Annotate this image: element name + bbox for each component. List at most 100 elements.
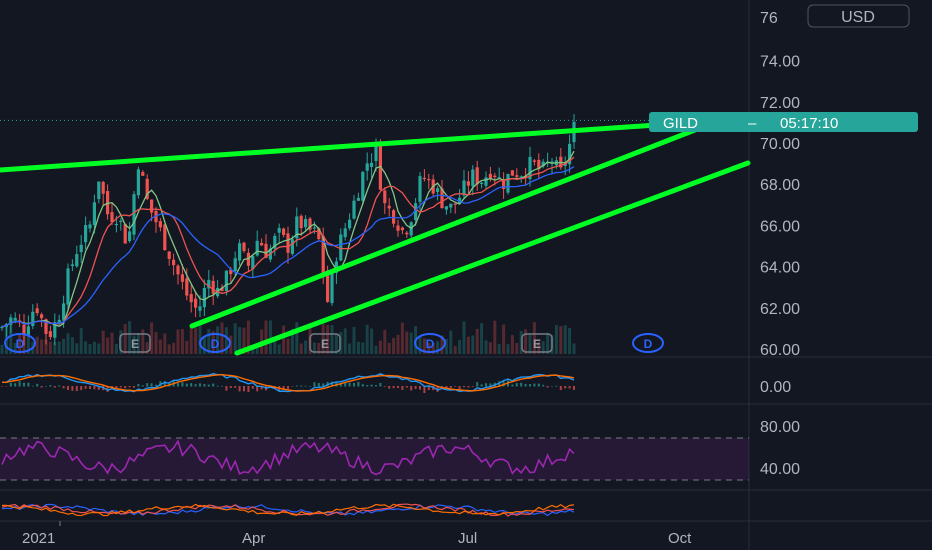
macd-histogram-bar [207, 384, 210, 387]
candle-body [242, 242, 246, 252]
candle-body [150, 199, 154, 213]
macd-histogram-bar [27, 382, 30, 387]
volume-bar [163, 333, 167, 354]
volume-bar [356, 341, 360, 354]
volume-bar [405, 331, 409, 354]
candle-body [22, 324, 26, 335]
badge-letter: E [533, 337, 541, 351]
candle-body [224, 270, 228, 292]
macd-histogram-bar [40, 386, 43, 388]
candle-body [422, 177, 426, 180]
price-axis[interactable]: 76 74.00 72.00 70.00 68.00 66.00 64.00 62.00 60.… [760, 10, 800, 359]
price-tick-label: 72.00 [760, 95, 800, 112]
volume-bar [114, 343, 118, 354]
macd-histogram-bar [555, 385, 558, 387]
macd-histogram-bar [313, 382, 316, 387]
volume-bar [449, 330, 453, 354]
volume-bar [480, 323, 484, 354]
volume-bar [180, 328, 184, 354]
macd-axis-label: 0.00 [760, 379, 791, 396]
volume-bar [383, 329, 387, 354]
candle-body [290, 239, 294, 254]
candle-body [484, 177, 488, 186]
macd-histogram-bar [480, 384, 483, 387]
macd-histogram-bar [23, 382, 25, 387]
macd-histogram-bar [348, 382, 351, 387]
volume-bar [106, 337, 110, 354]
date-label-oct: Oct [668, 530, 692, 547]
macd-histogram-bar [467, 386, 470, 388]
macd-histogram-bar [542, 384, 545, 387]
volume-bar [475, 328, 479, 354]
volume-bar [40, 339, 44, 354]
date-label-jul: Jul [458, 530, 477, 547]
macd-histogram-bar [89, 386, 91, 389]
candle-body [163, 224, 167, 251]
macd-histogram-bar [124, 386, 127, 389]
macd-histogram-bar [295, 385, 298, 387]
candle-body [97, 181, 101, 200]
volume-bar [462, 321, 466, 354]
volume-bar [304, 340, 308, 354]
volume-bar [88, 344, 92, 354]
volume-bar [282, 325, 286, 354]
candle-body [343, 228, 347, 238]
candle-body [238, 243, 242, 261]
volume-bar [264, 320, 268, 354]
macd-histogram-bar [287, 386, 289, 389]
volume-bar [167, 344, 171, 354]
macd-histogram-bar [392, 386, 395, 389]
macd-histogram-bar [181, 382, 184, 387]
candle-body [75, 254, 79, 267]
candle-body [299, 215, 303, 229]
badge-letter: D [426, 337, 435, 351]
stock-chart[interactable]: D E D E D E D 76 74.00 72.00 70.00 68.00 66.00 64.00… [0, 0, 932, 550]
volume-bar [510, 335, 514, 354]
macd-histogram-bar [58, 385, 61, 387]
badge-letter: D [16, 337, 25, 351]
macd-histogram-bar [458, 386, 461, 389]
macd-histogram-bar [238, 386, 241, 392]
volume-bar [559, 326, 563, 354]
macd-histogram-bar [177, 383, 179, 387]
macd-histogram-bar [251, 386, 254, 389]
volume-bar [185, 340, 189, 354]
macd-histogram-bar [150, 383, 153, 387]
macd-histogram-bar [141, 385, 144, 387]
macd-histogram-bar [370, 384, 373, 387]
volume-bar [330, 325, 334, 354]
candle-body [352, 200, 356, 219]
macd-histogram-bar [137, 383, 140, 387]
macd-histogram-bar [511, 384, 514, 387]
volume-bar [277, 344, 281, 354]
candle-body [418, 176, 422, 202]
volume-bar [515, 343, 519, 354]
volume-bar [295, 322, 299, 354]
macd-histogram-bar [524, 383, 527, 387]
macd-histogram-bar [449, 386, 452, 388]
volume-bar [453, 345, 457, 354]
candle-body [396, 225, 400, 231]
macd-histogram-bar [203, 384, 206, 387]
candle-body [282, 228, 286, 235]
badge-letter: D [644, 337, 653, 351]
candle-body [31, 311, 35, 327]
macd-histogram-bar [14, 383, 17, 387]
macd-histogram-bar [353, 382, 355, 387]
macd-histogram-bar [49, 385, 52, 387]
volume-bar [370, 328, 374, 354]
candle-body [185, 278, 189, 296]
volume-bar [488, 342, 492, 354]
candle-body [493, 175, 497, 178]
candle-body [66, 268, 70, 305]
macd-histogram-bar [128, 386, 131, 388]
macd-histogram-bar [18, 381, 21, 387]
candle-body [286, 233, 290, 253]
macd-histogram-bar [397, 386, 399, 389]
macd-histogram-bar [194, 384, 197, 387]
macd-histogram-bar [485, 383, 487, 387]
price-tick-label: 68.00 [760, 177, 800, 194]
candle-body [374, 144, 378, 162]
macd-histogram-bar [221, 385, 223, 387]
candle-body [515, 175, 519, 177]
